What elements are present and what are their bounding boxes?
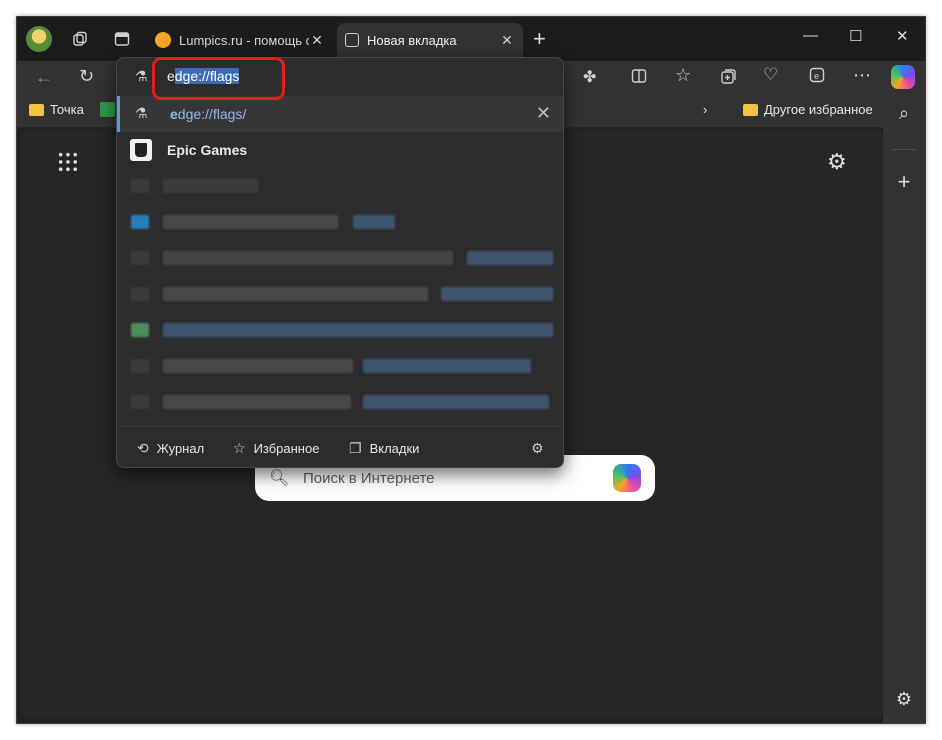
bookmark-label: Другое избранное bbox=[764, 102, 873, 117]
new-tab-button[interactable]: + bbox=[533, 28, 546, 50]
star-icon: ☆ bbox=[233, 440, 246, 456]
copilot-icon[interactable] bbox=[613, 464, 641, 492]
tab-title: Lumpics.ru - помощь с bbox=[179, 32, 309, 48]
collections-icon[interactable] bbox=[720, 68, 737, 85]
blurred-suggestion[interactable] bbox=[117, 312, 563, 348]
lumpics-favicon bbox=[155, 32, 171, 48]
extensions-icon[interactable]: ✤ bbox=[583, 67, 596, 87]
search-icon: 🔍︎ bbox=[269, 470, 290, 487]
copilot-icon[interactable] bbox=[891, 65, 915, 89]
remove-suggestion-icon[interactable]: ✕ bbox=[536, 103, 551, 124]
tabs-icon: ❐ bbox=[349, 440, 362, 456]
suggestion-rest: dge://flags/ bbox=[177, 106, 247, 122]
tab-lumpics[interactable]: Lumpics.ru - помощь с ✕ bbox=[147, 23, 333, 57]
folder-icon bbox=[743, 103, 758, 116]
history-label: Журнал bbox=[156, 441, 205, 456]
overflow-chevron-icon[interactable]: › bbox=[703, 102, 707, 117]
blurred-suggestion[interactable] bbox=[117, 168, 563, 204]
search-icon[interactable]: ⌕ bbox=[894, 103, 914, 124]
page-settings-gear-icon[interactable]: ⚙ bbox=[827, 149, 847, 175]
dropdown-footer: ⟲ Журнал ☆ Избранное ❐ Вкладки ⚙ bbox=[117, 426, 563, 467]
sidebar-rail: ⌕ + ⚙ bbox=[883, 93, 925, 723]
browser-essentials-icon[interactable]: ♡ bbox=[763, 65, 778, 85]
tabs-label: Вкладки bbox=[369, 441, 420, 456]
favorites-button[interactable]: ☆ Избранное bbox=[233, 440, 319, 457]
tab-strip: Lumpics.ru - помощь с ✕ Новая вкладка ✕ … bbox=[17, 17, 925, 61]
split-screen-icon[interactable] bbox=[631, 68, 647, 84]
bookmark-tochka[interactable]: Точка bbox=[29, 102, 84, 117]
tabs-button[interactable]: ❐ Вкладки bbox=[349, 440, 419, 457]
close-tab-icon[interactable]: ✕ bbox=[499, 32, 515, 49]
workspaces-icon[interactable] bbox=[71, 30, 89, 48]
suggestion-label: edge://flags/ bbox=[170, 106, 246, 122]
address-suggestions-dropdown: ⚗ edge://flags ⚗ edge://flags/ ✕ Epic Ga… bbox=[116, 57, 564, 468]
sheets-icon bbox=[100, 102, 115, 117]
blurred-suggestion[interactable] bbox=[117, 204, 563, 240]
flask-icon: ⚗ bbox=[135, 105, 148, 121]
more-icon[interactable]: ⋯ bbox=[853, 65, 871, 86]
bookmark-other-favorites[interactable]: Другое избранное bbox=[743, 102, 873, 117]
close-window-button[interactable]: ✕ bbox=[896, 27, 909, 45]
favorites-label: Избранное bbox=[253, 441, 320, 456]
flask-icon: ⚗ bbox=[135, 68, 148, 84]
sidebar-settings-icon[interactable]: ⚙ bbox=[894, 689, 914, 710]
suggestion-label: Epic Games bbox=[167, 142, 248, 158]
suggestion-match: e bbox=[170, 106, 178, 122]
tab-new-tab[interactable]: Новая вкладка ✕ bbox=[337, 23, 523, 57]
epic-games-icon bbox=[130, 139, 152, 161]
search-input[interactable] bbox=[301, 468, 613, 488]
profile-avatar[interactable] bbox=[26, 26, 52, 52]
new-tab-favicon bbox=[345, 33, 359, 47]
blurred-suggestion[interactable] bbox=[117, 348, 563, 384]
highlight-frame bbox=[152, 57, 285, 100]
blurred-suggestion[interactable] bbox=[117, 276, 563, 312]
refresh-icon[interactable]: ↻ bbox=[79, 66, 94, 87]
close-tab-icon[interactable]: ✕ bbox=[309, 32, 325, 49]
svg-text:e: e bbox=[814, 71, 819, 81]
edge-bar-icon[interactable]: e bbox=[809, 67, 825, 83]
add-icon[interactable]: + bbox=[894, 169, 914, 195]
blurred-suggestion[interactable] bbox=[117, 240, 563, 276]
folder-icon bbox=[29, 103, 44, 116]
history-icon: ⟲ bbox=[137, 440, 149, 456]
blurred-suggestion[interactable] bbox=[117, 384, 563, 420]
suggestion-edge-flags[interactable]: ⚗ edge://flags/ ✕ bbox=[117, 96, 563, 132]
tab-title: Новая вкладка bbox=[367, 32, 457, 48]
back-icon[interactable]: ← bbox=[35, 67, 53, 88]
suggestion-epic-games[interactable]: Epic Games bbox=[117, 132, 563, 168]
favorites-star-icon[interactable]: ☆ bbox=[675, 65, 691, 86]
suggestions-settings-gear-icon[interactable]: ⚙ bbox=[531, 440, 552, 457]
gear-icon: ⚙ bbox=[531, 440, 544, 456]
vertical-tabs-icon[interactable] bbox=[113, 30, 131, 48]
minimize-button[interactable]: — bbox=[803, 27, 818, 44]
bookmark-label: Точка bbox=[50, 102, 84, 117]
history-button[interactable]: ⟲ Журнал bbox=[137, 440, 204, 457]
app-launcher-icon[interactable] bbox=[57, 151, 79, 173]
maximize-button[interactable]: ☐ bbox=[849, 27, 862, 45]
bookmark-green[interactable] bbox=[100, 102, 115, 117]
divider bbox=[891, 149, 917, 150]
